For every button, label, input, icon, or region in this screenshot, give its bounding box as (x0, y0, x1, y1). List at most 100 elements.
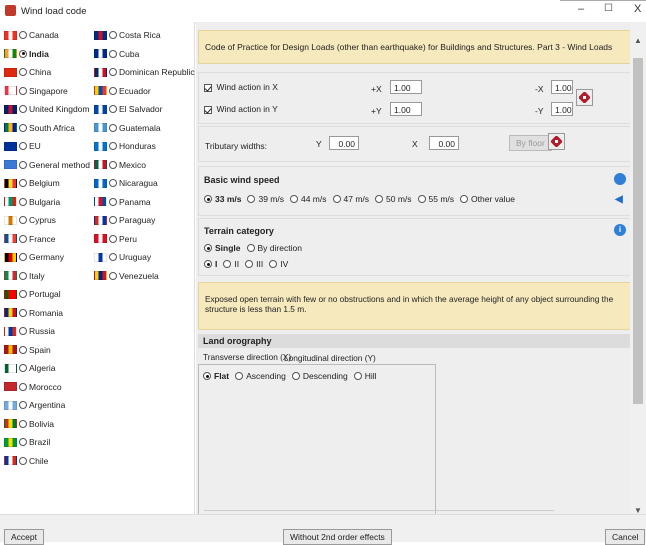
terrain-category-option[interactable]: III (245, 259, 263, 269)
wind-x-checkbox[interactable] (204, 83, 212, 92)
country-option[interactable]: Ecuador (94, 84, 151, 98)
country-radio[interactable] (19, 31, 27, 39)
wind-speed-option[interactable]: 44 m/s (289, 194, 327, 204)
minus-y-input[interactable]: 1.00 (551, 102, 573, 116)
country-radio[interactable] (19, 142, 27, 150)
globe-icon[interactable] (614, 173, 626, 185)
country-radio[interactable] (109, 68, 117, 76)
country-option[interactable]: Mexico (94, 158, 146, 172)
country-option[interactable]: Venezuela (94, 269, 159, 283)
country-option[interactable]: France (4, 232, 55, 246)
country-option[interactable]: Canada (4, 28, 59, 42)
country-option[interactable]: United Kingdom (4, 102, 89, 116)
terrain-category-radio[interactable] (204, 260, 212, 268)
country-radio[interactable] (19, 68, 27, 76)
vertical-scrollbar[interactable]: ▲ ▼ (630, 22, 646, 515)
orography-option[interactable]: Ascending (235, 371, 286, 381)
country-option[interactable]: Uruguay (94, 250, 151, 264)
terrain-category-radio[interactable] (245, 260, 254, 268)
wind-y-row[interactable]: Wind action in Y (204, 104, 278, 114)
country-radio[interactable] (19, 456, 27, 465)
country-option[interactable]: Honduras (94, 139, 156, 153)
country-option[interactable]: Paraguay (94, 213, 155, 227)
wind-speed-radio[interactable] (289, 195, 298, 203)
country-option[interactable]: Italy (4, 269, 45, 283)
country-radio[interactable] (19, 253, 27, 261)
wind-speed-option[interactable]: 50 m/s (375, 194, 412, 204)
country-option[interactable]: Argentina (4, 398, 65, 412)
country-option[interactable]: Cuba (94, 47, 139, 61)
orography-radio[interactable] (203, 372, 211, 380)
terrain-mode-radio[interactable] (246, 244, 255, 252)
terrain-category-option[interactable]: IV (269, 259, 288, 269)
country-radio[interactable] (109, 216, 117, 224)
country-option[interactable]: El Salvador (94, 102, 162, 116)
country-radio[interactable] (109, 49, 117, 58)
orography-option[interactable]: Descending (291, 371, 348, 381)
wind-speed-radio[interactable] (204, 195, 212, 203)
country-option[interactable]: Guatemala (94, 121, 161, 135)
country-option[interactable]: Morocco (4, 380, 62, 394)
country-radio[interactable] (19, 179, 27, 187)
scroll-up-icon[interactable]: ▲ (634, 36, 642, 45)
country-option[interactable]: Romania (4, 306, 63, 320)
orography-radio[interactable] (353, 372, 362, 380)
country-radio[interactable] (109, 31, 117, 39)
terrain-category-option[interactable]: II (223, 259, 239, 269)
wind-speed-option[interactable]: Other value (460, 194, 515, 204)
terrain-mode-option[interactable]: Single (204, 243, 241, 253)
orography-option[interactable]: Flat (203, 371, 229, 381)
country-radio[interactable] (19, 364, 27, 372)
by-floor-button[interactable]: By floor (509, 135, 552, 151)
wind-speed-option[interactable]: 39 m/s (247, 194, 284, 204)
without-2nd-order-button[interactable]: Without 2nd order effects (283, 529, 392, 545)
arrow-left-icon[interactable]: ◀ (615, 194, 623, 205)
wind-speed-option[interactable]: 47 m/s (332, 194, 369, 204)
scrollbar-thumb[interactable] (633, 58, 643, 404)
country-radio[interactable] (19, 105, 27, 113)
wind-speed-radio[interactable] (247, 195, 256, 203)
terrain-category-option[interactable]: I (204, 259, 217, 269)
country-radio[interactable] (19, 290, 27, 298)
minimize-button[interactable]: – (578, 3, 584, 15)
tributary-x-input[interactable]: 0.00 (429, 136, 459, 150)
accept-button[interactable]: Accept (4, 529, 44, 545)
country-radio[interactable] (19, 419, 27, 428)
country-radio[interactable] (109, 105, 117, 113)
country-radio[interactable] (19, 308, 27, 317)
country-radio[interactable] (109, 123, 117, 132)
minus-x-input[interactable]: 1.00 (551, 80, 573, 94)
wind-speed-option[interactable]: 33 m/s (204, 194, 241, 204)
country-radio[interactable] (19, 382, 27, 391)
cancel-button[interactable]: Cancel (605, 529, 646, 545)
country-option[interactable]: Belgium (4, 176, 60, 190)
terrain-category-radio[interactable] (223, 260, 232, 268)
maximize-button[interactable]: ☐ (604, 3, 613, 14)
country-option[interactable]: China (4, 65, 51, 79)
country-option[interactable]: Nicaragua (94, 176, 158, 190)
country-option[interactable]: Dominican Republic (94, 65, 195, 79)
country-radio[interactable] (109, 197, 117, 206)
country-option[interactable]: Costa Rica (94, 28, 161, 42)
country-radio[interactable] (19, 197, 27, 206)
terrain-mode-radio[interactable] (204, 244, 212, 252)
country-radio[interactable] (19, 271, 27, 280)
wind-speed-radio[interactable] (417, 195, 426, 203)
country-radio[interactable] (19, 438, 27, 446)
plus-x-input[interactable]: 1.00 (390, 80, 422, 94)
country-option[interactable]: EU (4, 139, 41, 153)
country-radio[interactable] (19, 123, 27, 132)
country-option[interactable]: Russia (4, 324, 55, 338)
wind-speed-option[interactable]: 55 m/s (417, 194, 454, 204)
country-option[interactable]: General method (4, 158, 90, 172)
country-radio[interactable] (19, 401, 27, 409)
country-option[interactable]: Bolivia (4, 417, 54, 431)
orography-radio[interactable] (235, 372, 244, 380)
country-option[interactable]: Portugal (4, 287, 61, 301)
wind-speed-radio[interactable] (375, 195, 384, 203)
country-radio[interactable] (19, 86, 27, 95)
country-radio[interactable] (109, 253, 117, 261)
country-option[interactable]: India (4, 47, 49, 61)
country-radio[interactable] (19, 234, 27, 243)
tributary-y-input[interactable]: 0.00 (329, 136, 359, 150)
